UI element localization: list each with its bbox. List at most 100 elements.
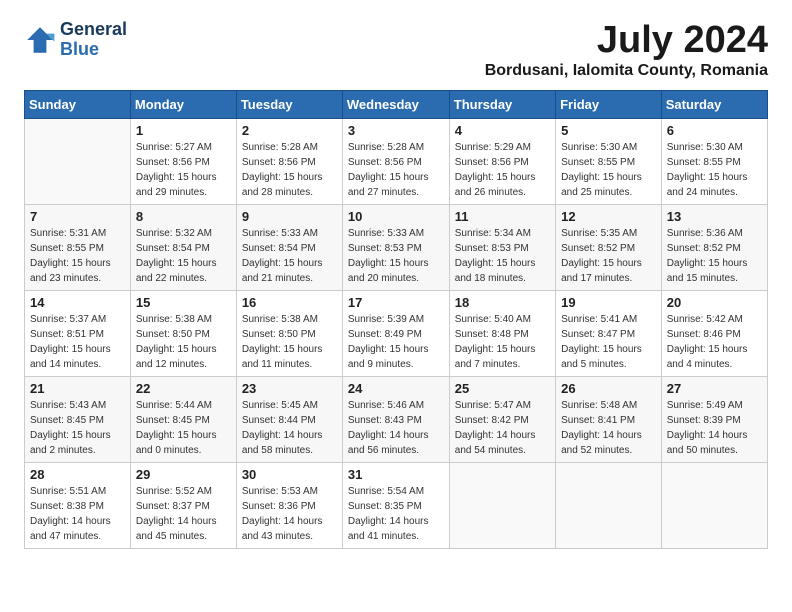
day-number: 30: [242, 467, 337, 482]
day-number: 28: [30, 467, 125, 482]
day-info: Sunrise: 5:33 AM Sunset: 8:53 PM Dayligh…: [348, 226, 444, 286]
day-info: Sunrise: 5:42 AM Sunset: 8:46 PM Dayligh…: [667, 312, 762, 372]
day-number: 3: [348, 123, 444, 138]
day-number: 27: [667, 381, 762, 396]
day-info: Sunrise: 5:43 AM Sunset: 8:45 PM Dayligh…: [30, 398, 125, 458]
day-info: Sunrise: 5:45 AM Sunset: 8:44 PM Dayligh…: [242, 398, 337, 458]
location-subtitle: Bordusani, Ialomita County, Romania: [485, 62, 768, 80]
day-info: Sunrise: 5:46 AM Sunset: 8:43 PM Dayligh…: [348, 398, 444, 458]
header-day-sunday: Sunday: [25, 90, 131, 118]
day-info: Sunrise: 5:29 AM Sunset: 8:56 PM Dayligh…: [455, 140, 550, 200]
calendar-cell: 1Sunrise: 5:27 AM Sunset: 8:56 PM Daylig…: [130, 118, 236, 204]
calendar-cell: 8 Sunrise: 5:32 AM Sunset: 8:54 PM Daylig…: [130, 204, 236, 290]
page-header: General Blue July 2024 Bordusani, Ialomi…: [24, 20, 768, 80]
calendar-cell: 27 Sunrise: 5:49 AM Sunset: 8:39 PM Dayli…: [661, 376, 767, 462]
day-info: Sunrise: 5:30 AM Sunset: 8:55 PM Dayligh…: [667, 140, 762, 200]
day-info: Sunrise: 5:40 AM Sunset: 8:48 PM Dayligh…: [455, 312, 550, 372]
calendar-cell: 6 Sunrise: 5:30 AM Sunset: 8:55 PM Daylig…: [661, 118, 767, 204]
calendar-cell: 3 Sunrise: 5:28 AM Sunset: 8:56 PM Daylig…: [342, 118, 449, 204]
header-day-wednesday: Wednesday: [342, 90, 449, 118]
day-number: 2: [242, 123, 337, 138]
calendar-week-row: 14Sunrise: 5:37 AM Sunset: 8:51 PM Dayli…: [25, 290, 768, 376]
header-day-thursday: Thursday: [449, 90, 555, 118]
logo-text-blue: Blue: [60, 40, 127, 60]
calendar-cell: 28Sunrise: 5:51 AM Sunset: 8:38 PM Dayli…: [25, 462, 131, 548]
calendar-cell: 7 Sunrise: 5:31 AM Sunset: 8:55 PM Daylig…: [25, 204, 131, 290]
day-number: 17: [348, 295, 444, 310]
day-number: 6: [667, 123, 762, 138]
day-number: 11: [455, 209, 550, 224]
day-number: 7: [30, 209, 125, 224]
calendar-cell: [661, 462, 767, 548]
calendar-week-row: 1Sunrise: 5:27 AM Sunset: 8:56 PM Daylig…: [25, 118, 768, 204]
day-info: Sunrise: 5:34 AM Sunset: 8:53 PM Dayligh…: [455, 226, 550, 286]
header-day-tuesday: Tuesday: [236, 90, 342, 118]
day-number: 25: [455, 381, 550, 396]
calendar-table: SundayMondayTuesdayWednesdayThursdayFrid…: [24, 90, 768, 549]
day-number: 12: [561, 209, 656, 224]
day-info: Sunrise: 5:49 AM Sunset: 8:39 PM Dayligh…: [667, 398, 762, 458]
calendar-cell: 22Sunrise: 5:44 AM Sunset: 8:45 PM Dayli…: [130, 376, 236, 462]
calendar-cell: 23 Sunrise: 5:45 AM Sunset: 8:44 PM Dayli…: [236, 376, 342, 462]
day-number: 24: [348, 381, 444, 396]
day-number: 1: [136, 123, 231, 138]
header-day-saturday: Saturday: [661, 90, 767, 118]
logo-text-general: General: [60, 20, 127, 40]
day-info: Sunrise: 5:28 AM Sunset: 8:56 PM Dayligh…: [242, 140, 337, 200]
calendar-week-row: 28Sunrise: 5:51 AM Sunset: 8:38 PM Dayli…: [25, 462, 768, 548]
day-number: 14: [30, 295, 125, 310]
calendar-cell: 4 Sunrise: 5:29 AM Sunset: 8:56 PM Daylig…: [449, 118, 555, 204]
day-info: Sunrise: 5:52 AM Sunset: 8:37 PM Dayligh…: [136, 484, 231, 544]
calendar-cell: 21 Sunrise: 5:43 AM Sunset: 8:45 PM Dayli…: [25, 376, 131, 462]
day-number: 19: [561, 295, 656, 310]
day-info: Sunrise: 5:48 AM Sunset: 8:41 PM Dayligh…: [561, 398, 656, 458]
day-number: 21: [30, 381, 125, 396]
calendar-cell: 16 Sunrise: 5:38 AM Sunset: 8:50 PM Dayli…: [236, 290, 342, 376]
calendar-cell: 2 Sunrise: 5:28 AM Sunset: 8:56 PM Daylig…: [236, 118, 342, 204]
calendar-cell: 15Sunrise: 5:38 AM Sunset: 8:50 PM Dayli…: [130, 290, 236, 376]
day-number: 15: [136, 295, 231, 310]
day-number: 5: [561, 123, 656, 138]
day-info: Sunrise: 5:47 AM Sunset: 8:42 PM Dayligh…: [455, 398, 550, 458]
calendar-cell: 13Sunrise: 5:36 AM Sunset: 8:52 PM Dayli…: [661, 204, 767, 290]
calendar-cell: [25, 118, 131, 204]
calendar-cell: 5 Sunrise: 5:30 AM Sunset: 8:55 PM Daylig…: [556, 118, 662, 204]
day-number: 9: [242, 209, 337, 224]
calendar-week-row: 21 Sunrise: 5:43 AM Sunset: 8:45 PM Dayli…: [25, 376, 768, 462]
day-number: 4: [455, 123, 550, 138]
calendar-cell: 12Sunrise: 5:35 AM Sunset: 8:52 PM Dayli…: [556, 204, 662, 290]
calendar-cell: 25 Sunrise: 5:47 AM Sunset: 8:42 PM Dayli…: [449, 376, 555, 462]
day-number: 26: [561, 381, 656, 396]
day-info: Sunrise: 5:31 AM Sunset: 8:55 PM Dayligh…: [30, 226, 125, 286]
calendar-cell: 26 Sunrise: 5:48 AM Sunset: 8:41 PM Dayli…: [556, 376, 662, 462]
day-info: Sunrise: 5:38 AM Sunset: 8:50 PM Dayligh…: [242, 312, 337, 372]
calendar-cell: 31Sunrise: 5:54 AM Sunset: 8:35 PM Dayli…: [342, 462, 449, 548]
day-number: 29: [136, 467, 231, 482]
day-number: 16: [242, 295, 337, 310]
day-info: Sunrise: 5:54 AM Sunset: 8:35 PM Dayligh…: [348, 484, 444, 544]
calendar-cell: 14Sunrise: 5:37 AM Sunset: 8:51 PM Dayli…: [25, 290, 131, 376]
day-number: 8: [136, 209, 231, 224]
calendar-cell: 10Sunrise: 5:33 AM Sunset: 8:53 PM Dayli…: [342, 204, 449, 290]
calendar-cell: 19 Sunrise: 5:41 AM Sunset: 8:47 PM Dayli…: [556, 290, 662, 376]
day-number: 23: [242, 381, 337, 396]
day-info: Sunrise: 5:32 AM Sunset: 8:54 PM Dayligh…: [136, 226, 231, 286]
day-number: 20: [667, 295, 762, 310]
day-info: Sunrise: 5:53 AM Sunset: 8:36 PM Dayligh…: [242, 484, 337, 544]
day-info: Sunrise: 5:39 AM Sunset: 8:49 PM Dayligh…: [348, 312, 444, 372]
day-info: Sunrise: 5:33 AM Sunset: 8:54 PM Dayligh…: [242, 226, 337, 286]
day-info: Sunrise: 5:41 AM Sunset: 8:47 PM Dayligh…: [561, 312, 656, 372]
calendar-cell: 30 Sunrise: 5:53 AM Sunset: 8:36 PM Dayli…: [236, 462, 342, 548]
calendar-cell: 29 Sunrise: 5:52 AM Sunset: 8:37 PM Dayli…: [130, 462, 236, 548]
day-info: Sunrise: 5:28 AM Sunset: 8:56 PM Dayligh…: [348, 140, 444, 200]
calendar-header-row: SundayMondayTuesdayWednesdayThursdayFrid…: [25, 90, 768, 118]
day-number: 22: [136, 381, 231, 396]
day-number: 18: [455, 295, 550, 310]
calendar-cell: 24 Sunrise: 5:46 AM Sunset: 8:43 PM Dayli…: [342, 376, 449, 462]
calendar-cell: [449, 462, 555, 548]
day-info: Sunrise: 5:30 AM Sunset: 8:55 PM Dayligh…: [561, 140, 656, 200]
calendar-week-row: 7 Sunrise: 5:31 AM Sunset: 8:55 PM Daylig…: [25, 204, 768, 290]
calendar-cell: 9 Sunrise: 5:33 AM Sunset: 8:54 PM Daylig…: [236, 204, 342, 290]
calendar-cell: 18 Sunrise: 5:40 AM Sunset: 8:48 PM Dayli…: [449, 290, 555, 376]
calendar-cell: 17 Sunrise: 5:39 AM Sunset: 8:49 PM Dayli…: [342, 290, 449, 376]
